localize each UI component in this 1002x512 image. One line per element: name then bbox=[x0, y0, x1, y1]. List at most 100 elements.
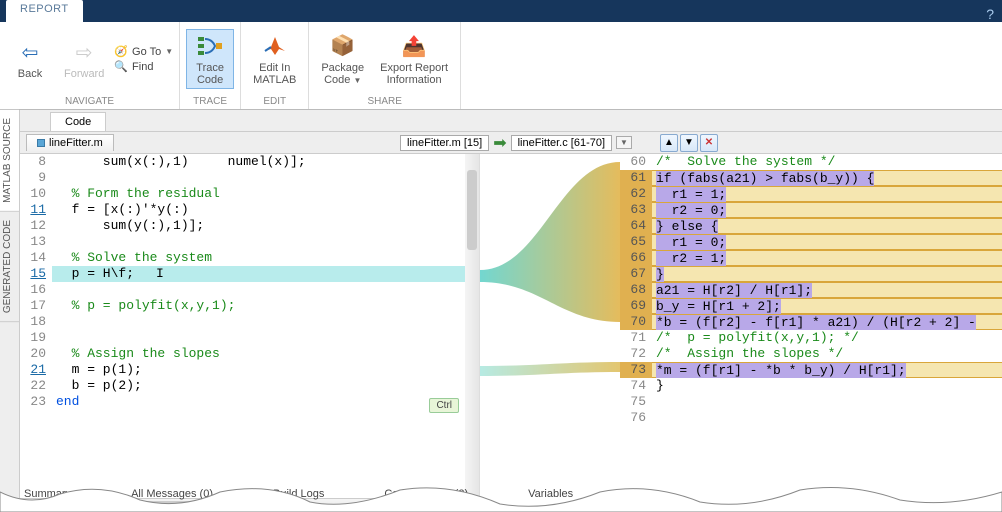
line-number[interactable]: 18 bbox=[20, 314, 52, 330]
code-line[interactable]: 18 bbox=[20, 314, 479, 330]
build-logs-tab[interactable]: Build Logs bbox=[273, 488, 324, 506]
code-line[interactable]: 12 sum(y(:),1)]; bbox=[20, 218, 479, 234]
code-text[interactable]: *b = (f[r2] - f[r1] * a21) / (H[r2 + 2] … bbox=[652, 314, 1002, 330]
code-text[interactable]: % p = polyfit(x,y,1); bbox=[52, 298, 479, 314]
code-line[interactable]: 69b_y = H[r1 + 2]; bbox=[620, 298, 1002, 314]
trace-prev-button[interactable]: ▲ bbox=[660, 134, 678, 152]
code-text[interactable]: /* Assign the slopes */ bbox=[652, 346, 1002, 362]
line-number[interactable]: 75 bbox=[620, 394, 652, 410]
code-text[interactable]: } bbox=[652, 266, 1002, 282]
code-line[interactable]: 67} bbox=[620, 266, 1002, 282]
code-text[interactable]: end bbox=[52, 394, 479, 410]
line-number[interactable]: 68 bbox=[620, 282, 652, 298]
code-line[interactable]: 65 r1 = 0; bbox=[620, 234, 1002, 250]
code-text[interactable]: b = p(2); bbox=[52, 378, 479, 394]
code-line[interactable]: 17 % p = polyfit(x,y,1); bbox=[20, 298, 479, 314]
scrollbar-v-left[interactable] bbox=[465, 154, 479, 498]
code-line[interactable]: 60/* Solve the system */ bbox=[620, 154, 1002, 170]
code-text[interactable] bbox=[52, 170, 479, 186]
variables-tab[interactable]: Variables bbox=[528, 488, 573, 506]
trace-right-loc[interactable]: lineFitter.c [61-70] bbox=[511, 135, 612, 151]
package-code-button[interactable]: 📦 Package Code ▼ bbox=[315, 30, 370, 89]
code-line[interactable]: 15 p = H\f;I bbox=[20, 266, 479, 282]
line-number[interactable]: 67 bbox=[620, 266, 652, 282]
line-number[interactable]: 62 bbox=[620, 186, 652, 202]
code-line[interactable]: 71/* p = polyfit(x,y,1); */ bbox=[620, 330, 1002, 346]
line-number[interactable]: 60 bbox=[620, 154, 652, 170]
code-text[interactable]: r1 = 0; bbox=[652, 234, 1002, 250]
code-text[interactable]: a21 = H[r2] / H[r1]; bbox=[652, 282, 1002, 298]
code-line[interactable]: 22 b = p(2); bbox=[20, 378, 479, 394]
code-text[interactable] bbox=[652, 394, 1002, 410]
line-number[interactable]: 12 bbox=[20, 218, 52, 234]
code-text[interactable]: f = [x(:)'*y(:) bbox=[52, 202, 479, 218]
line-number[interactable]: 22 bbox=[20, 378, 52, 394]
code-line[interactable]: 11 f = [x(:)'*y(:) bbox=[20, 202, 479, 218]
code-line[interactable]: 70*b = (f[r2] - f[r1] * a21) / (H[r2 + 2… bbox=[620, 314, 1002, 330]
line-number[interactable]: 63 bbox=[620, 202, 652, 218]
code-text[interactable]: } else { bbox=[652, 218, 1002, 234]
matlab-source-tab[interactable]: MATLAB SOURCE bbox=[0, 110, 19, 212]
code-line[interactable]: 61if (fabs(a21) > fabs(b_y)) { bbox=[620, 170, 1002, 186]
line-number[interactable]: 13 bbox=[20, 234, 52, 250]
code-line[interactable]: 8 sum(x(:),1) numel(x)]; bbox=[20, 154, 479, 170]
code-text[interactable]: *m = (f[r1] - *b * b_y) / H[r1]; bbox=[652, 362, 1002, 378]
line-number[interactable]: 17 bbox=[20, 298, 52, 314]
code-line[interactable]: 64} else { bbox=[620, 218, 1002, 234]
code-line[interactable]: 13 bbox=[20, 234, 479, 250]
code-line[interactable]: 75 bbox=[620, 394, 1002, 410]
code-text[interactable] bbox=[52, 314, 479, 330]
generated-code-tab[interactable]: GENERATED CODE bbox=[0, 212, 19, 322]
code-text[interactable]: sum(y(:),1)]; bbox=[52, 218, 479, 234]
back-button[interactable]: ⇦ Back bbox=[6, 36, 54, 82]
line-number[interactable]: 73 bbox=[620, 362, 652, 378]
trace-next-button[interactable]: ▼ bbox=[680, 134, 698, 152]
code-text[interactable]: if (fabs(a21) > fabs(b_y)) { bbox=[652, 170, 1002, 186]
line-number[interactable]: 14 bbox=[20, 250, 52, 266]
line-number[interactable]: 20 bbox=[20, 346, 52, 362]
code-text[interactable] bbox=[652, 410, 1002, 426]
right-editor[interactable]: 60/* Solve the system */61if (fabs(a21) … bbox=[620, 154, 1002, 512]
summary-tab[interactable]: Summary bbox=[24, 488, 71, 506]
export-report-button[interactable]: 📤 Export Report Information bbox=[374, 30, 454, 88]
code-line[interactable]: 14 % Solve the system bbox=[20, 250, 479, 266]
help-icon[interactable]: ? bbox=[986, 6, 994, 22]
line-number[interactable]: 9 bbox=[20, 170, 52, 186]
line-number[interactable]: 69 bbox=[620, 298, 652, 314]
code-text[interactable]: % Assign the slopes bbox=[52, 346, 479, 362]
line-number[interactable]: 70 bbox=[620, 314, 652, 330]
line-number[interactable]: 15 bbox=[20, 266, 52, 282]
code-line[interactable]: 72/* Assign the slopes */ bbox=[620, 346, 1002, 362]
code-text[interactable] bbox=[52, 234, 479, 250]
line-number[interactable]: 66 bbox=[620, 250, 652, 266]
code-line[interactable]: 21 m = p(1); bbox=[20, 362, 479, 378]
line-number[interactable]: 64 bbox=[620, 218, 652, 234]
report-tab[interactable]: REPORT bbox=[6, 0, 83, 22]
line-number[interactable]: 23 bbox=[20, 394, 52, 410]
code-text[interactable]: r1 = 1; bbox=[652, 186, 1002, 202]
code-line[interactable]: 66 r2 = 1; bbox=[620, 250, 1002, 266]
code-text[interactable]: r2 = 0; bbox=[652, 202, 1002, 218]
code-text[interactable]: p = H\f;I bbox=[52, 266, 479, 282]
code-text[interactable]: % Solve the system bbox=[52, 250, 479, 266]
code-text[interactable] bbox=[52, 282, 479, 298]
code-line[interactable]: 19 bbox=[20, 330, 479, 346]
trace-left-loc[interactable]: lineFitter.m [15] bbox=[400, 135, 489, 151]
line-number[interactable]: 16 bbox=[20, 282, 52, 298]
code-line[interactable]: 63 r2 = 0; bbox=[620, 202, 1002, 218]
trace-code-button[interactable]: Trace Code bbox=[186, 29, 234, 89]
line-number[interactable]: 72 bbox=[620, 346, 652, 362]
line-number[interactable]: 21 bbox=[20, 362, 52, 378]
line-number[interactable]: 10 bbox=[20, 186, 52, 202]
code-text[interactable] bbox=[52, 330, 479, 346]
code-text[interactable]: } bbox=[652, 378, 1002, 394]
code-text[interactable]: /* Solve the system */ bbox=[652, 154, 1002, 170]
line-number[interactable]: 8 bbox=[20, 154, 52, 170]
line-number[interactable]: 76 bbox=[620, 410, 652, 426]
code-line[interactable]: 73*m = (f[r1] - *b * b_y) / H[r1]; bbox=[620, 362, 1002, 378]
messages-tab[interactable]: All Messages (0) bbox=[131, 488, 213, 506]
chevron-down-icon[interactable]: ▼ bbox=[616, 136, 632, 149]
code-text[interactable]: b_y = H[r1 + 2]; bbox=[652, 298, 1002, 314]
line-number[interactable]: 74 bbox=[620, 378, 652, 394]
left-editor[interactable]: 8 sum(x(:),1) numel(x)];910 % Form the r… bbox=[20, 154, 480, 512]
